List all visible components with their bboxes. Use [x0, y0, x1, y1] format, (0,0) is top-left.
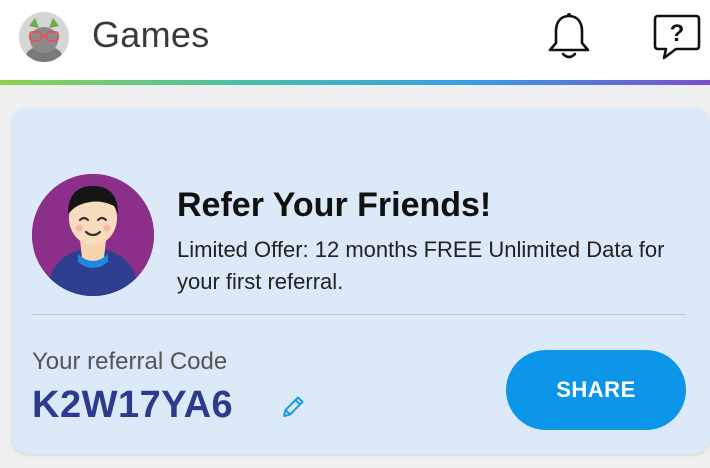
app-header: Games ?: [0, 0, 710, 80]
bell-icon[interactable]: [542, 10, 596, 64]
page-title: Games: [92, 14, 210, 55]
referral-description: Limited Offer: 12 months FREE Unlimited …: [177, 237, 665, 294]
share-button[interactable]: SHARE: [506, 350, 686, 430]
help-question-icon[interactable]: ?: [650, 10, 704, 64]
referral-code: K2W17YA6: [32, 384, 234, 426]
profile-avatar-icon[interactable]: [19, 12, 69, 62]
pencil-icon[interactable]: [280, 394, 306, 420]
referral-code-label: Your referral Code: [32, 348, 228, 375]
person-avatar-icon: [32, 174, 154, 296]
referral-title: Refer Your Friends!: [177, 186, 492, 224]
referral-card: Refer Your Friends! Limited Offer: 12 mo…: [12, 108, 710, 454]
svg-text:?: ?: [670, 20, 685, 47]
divider: [32, 314, 686, 315]
header-accent-bar: [0, 80, 710, 85]
